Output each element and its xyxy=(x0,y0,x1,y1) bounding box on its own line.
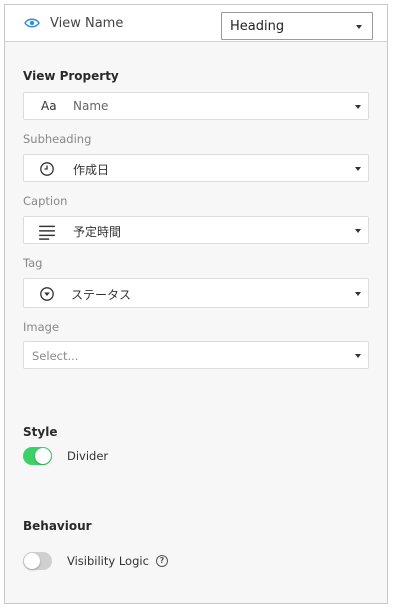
view-property-select[interactable]: Aa Name xyxy=(23,92,369,120)
view-property-title: View Property xyxy=(23,69,119,83)
caption-value: 予定時間 xyxy=(73,225,122,239)
caption-label: Caption xyxy=(23,194,68,208)
chevron-down-icon xyxy=(355,292,361,296)
tag-value: ステータス xyxy=(71,288,132,302)
lines-icon xyxy=(39,225,55,240)
toggle-knob xyxy=(35,448,51,464)
question-circle-icon[interactable]: ? xyxy=(156,555,168,567)
text-aa-icon: Aa xyxy=(41,99,57,113)
subheading-value: 作成日 xyxy=(73,163,110,177)
behaviour-title: Behaviour xyxy=(23,519,92,533)
chevron-down-icon xyxy=(355,105,361,109)
tag-label: Tag xyxy=(23,256,43,270)
properties-panel: View Name Heading View Property Aa Name … xyxy=(4,4,388,604)
visibility-logic-label: Visibility Logic xyxy=(67,554,149,568)
visibility-logic-toggle[interactable] xyxy=(23,552,52,570)
image-label: Image xyxy=(23,320,60,334)
tag-select[interactable]: ステータス xyxy=(23,278,369,308)
image-placeholder: Select... xyxy=(32,349,79,363)
toggle-knob xyxy=(24,553,40,569)
subheading-select[interactable]: 作成日 xyxy=(23,154,369,182)
view-property-value: Name xyxy=(73,99,109,113)
chevron-down-icon xyxy=(356,25,362,29)
divider-label: Divider xyxy=(67,449,109,463)
dropdown-circle-icon xyxy=(40,287,54,301)
caption-select[interactable]: 予定時間 xyxy=(23,216,369,244)
divider-toggle[interactable] xyxy=(23,447,52,465)
view-header: View Name Heading xyxy=(5,4,387,42)
layout-type-value: Heading xyxy=(230,19,285,34)
clock-icon xyxy=(40,162,54,176)
subheading-label: Subheading xyxy=(23,132,92,146)
view-name-label: View Name xyxy=(50,16,124,31)
layout-type-select[interactable]: Heading xyxy=(221,12,373,40)
eye-icon[interactable] xyxy=(24,17,40,29)
chevron-down-icon xyxy=(355,229,361,233)
image-select[interactable]: Select... xyxy=(23,341,369,369)
chevron-down-icon xyxy=(355,167,361,171)
chevron-down-icon xyxy=(355,354,361,358)
style-title: Style xyxy=(23,425,58,439)
